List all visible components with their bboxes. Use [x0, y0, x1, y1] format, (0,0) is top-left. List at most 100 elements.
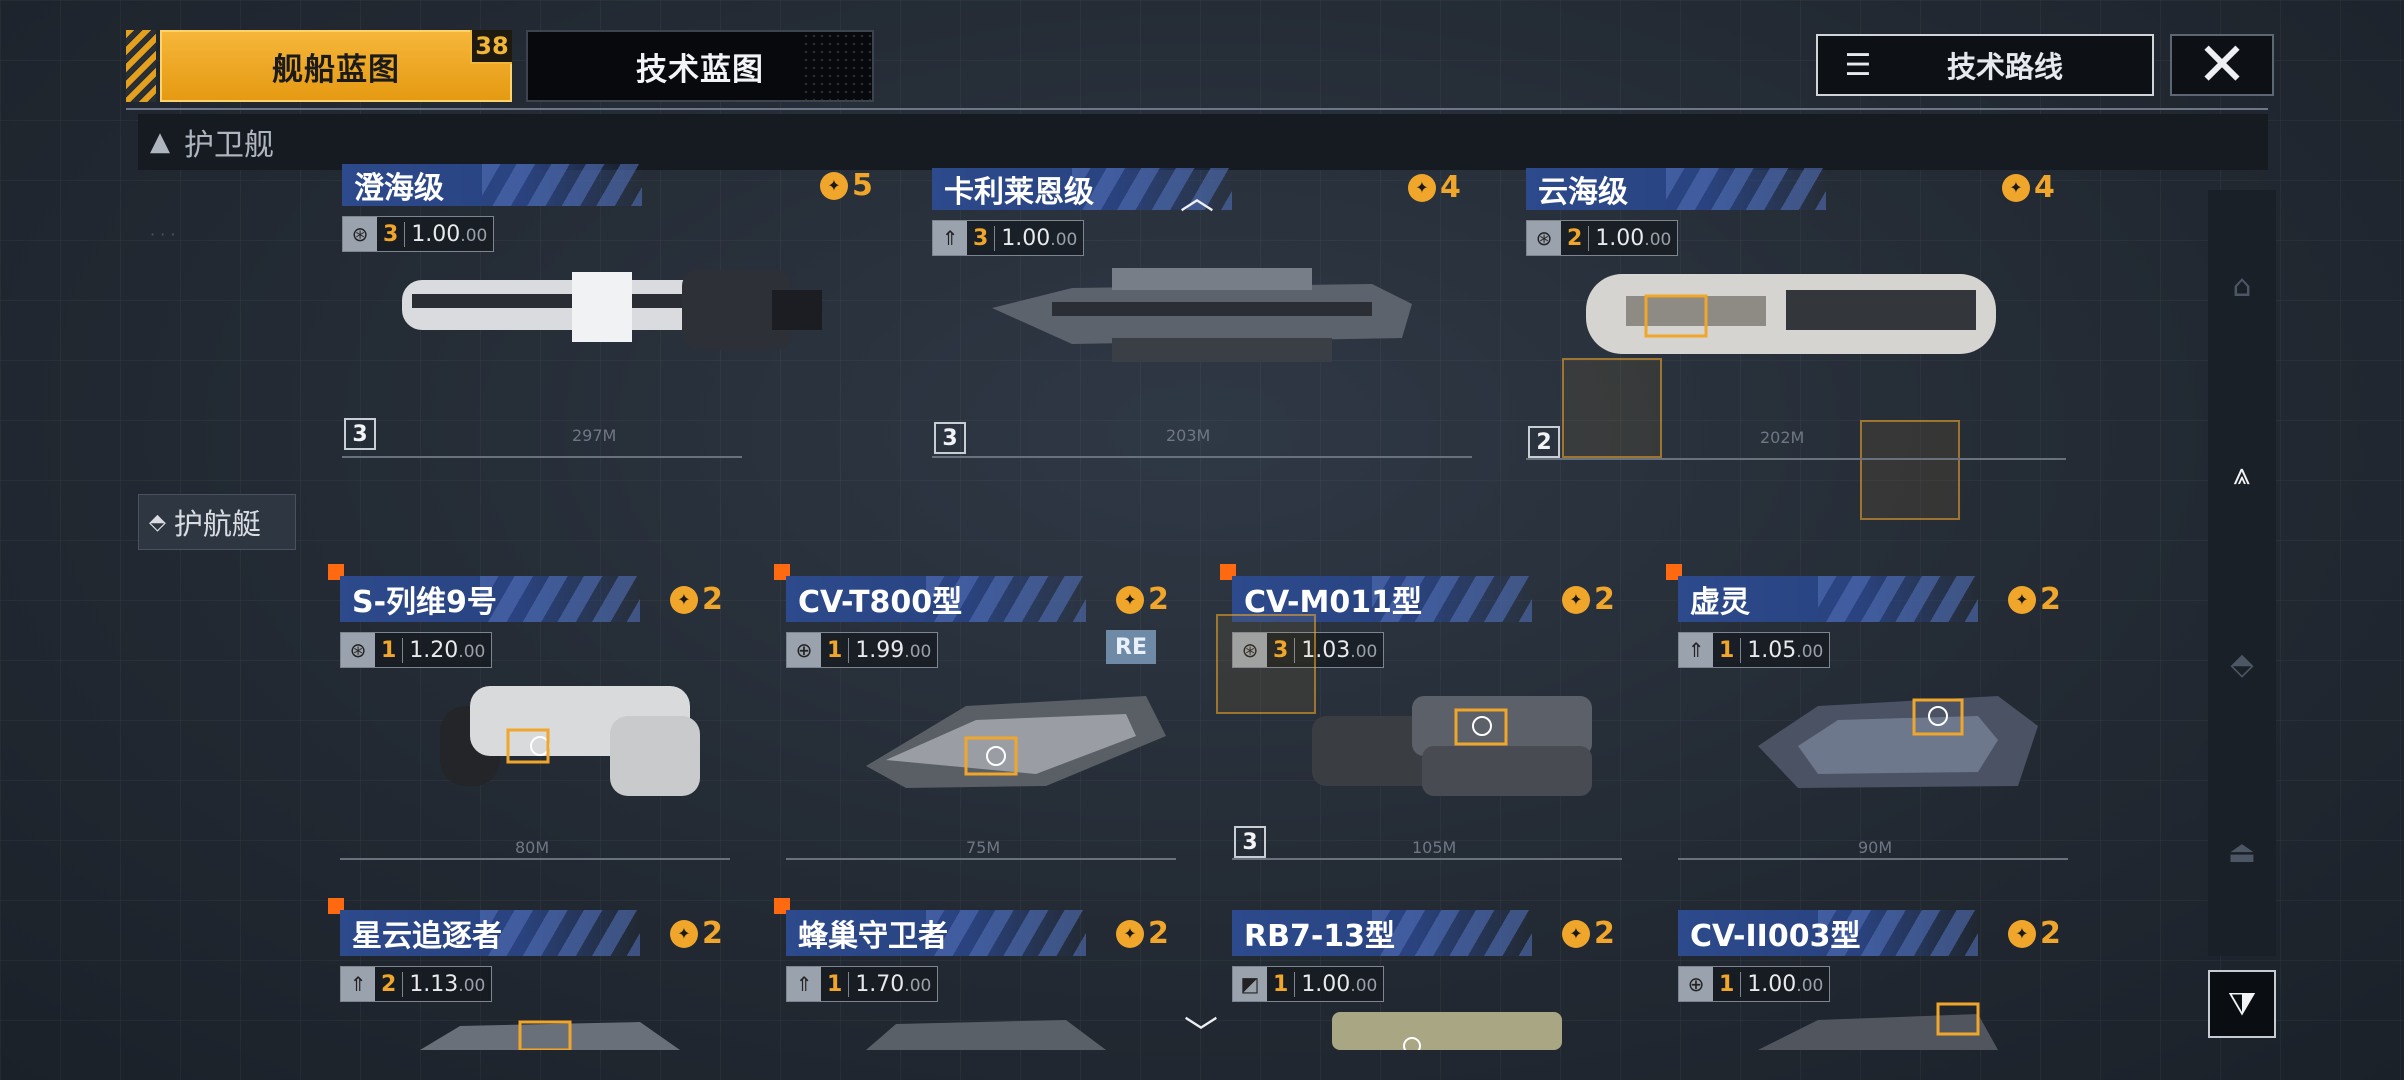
tier-indicator: ✦ 4	[1408, 170, 1461, 205]
category-carrier-icon[interactable]: ⏏	[2222, 832, 2262, 872]
tab-tech-blueprint-label: 技术蓝图	[636, 51, 764, 88]
tab-tech-blueprint[interactable]: 技术蓝图	[526, 30, 874, 102]
tab-ship-blueprint[interactable]: 舰船蓝图	[160, 30, 512, 102]
ship-count: 2	[1528, 426, 1560, 458]
ship-level: 1	[821, 971, 850, 997]
ship-image	[1758, 696, 2038, 788]
background-blueprint-text: · · ·	[150, 225, 176, 244]
card-title-bar: CV-II003型	[1678, 910, 1978, 956]
ship-stats: ⊛ 2 1.00.00	[1526, 220, 1679, 256]
tier-icon: ✦	[670, 585, 698, 614]
ship-stats: ⊛ 1 1.20.00	[340, 632, 493, 668]
ship-stats: ⇑ 1 1.70.00	[786, 966, 939, 1002]
tier-icon: ✦	[670, 919, 698, 948]
category-corvette-icon[interactable]: ⬘	[2222, 644, 2262, 684]
tier-value: 4	[2034, 170, 2055, 205]
section-frigate-label: 护卫舰	[184, 128, 274, 163]
tier-value: 2	[702, 916, 723, 951]
ship-value: 1.05.00	[1741, 638, 1829, 663]
section-header-frigate[interactable]: ▲ 护卫舰	[138, 114, 2268, 170]
tier-icon: ✦	[1562, 585, 1590, 614]
tier-value: 2	[2040, 582, 2061, 617]
corvette-icon: ⬘	[149, 509, 166, 535]
ship-level: 3	[377, 221, 406, 247]
ship-value-suffix: .00	[458, 975, 486, 996]
card-title-bar: 蜂巢守卫者	[786, 910, 1086, 956]
ship-value: 1.00.00	[1295, 972, 1383, 997]
tab-ship-blueprint-label: 舰船蓝图	[272, 51, 400, 88]
ship-value: 1.00.00	[1741, 972, 1829, 997]
tech-tree-icon: ☰	[1844, 47, 1872, 83]
ship-value-main: 1.00	[1747, 971, 1797, 997]
ship-value: 1.99.00	[849, 638, 937, 663]
tier-indicator: ✦ 2	[2008, 916, 2061, 951]
ship-value-suffix: .00	[904, 641, 932, 662]
collapse-chevron-up-icon[interactable]: ︿	[1180, 170, 1214, 219]
ship-length: 75M	[966, 838, 1001, 857]
tier-value: 2	[2040, 916, 2061, 951]
ship-name: 星云追逐者	[352, 919, 502, 954]
tier-indicator: ✦ 2	[1562, 916, 1615, 951]
triangle-up-icon: ▲	[150, 127, 170, 157]
ship-class-icon: ⇑	[1679, 633, 1713, 667]
ship-stats: ◩ 1 1.00.00	[1232, 966, 1385, 1002]
highlight-box	[1562, 358, 1662, 458]
ship-name: 云海级	[1538, 175, 1628, 210]
filter-icon: ⧩	[2227, 984, 2257, 1023]
filter-button[interactable]: ⧩	[2208, 970, 2276, 1038]
category-rail: ⌂ ⩓ ⬘ ⏏	[2208, 190, 2276, 956]
section-corvette-label: 护航艇	[173, 507, 261, 541]
card-title-bar: CV-T800型	[786, 576, 1086, 622]
ship-length: 80M	[515, 838, 550, 857]
ship-name: 蜂巢守卫者	[798, 919, 948, 954]
card-baseline	[1526, 458, 2066, 460]
ship-length: 297M	[572, 426, 617, 445]
ship-length: 90M	[1858, 838, 1893, 857]
ship-image	[440, 686, 700, 796]
tier-indicator: ✦ 5	[820, 168, 873, 203]
tier-value: 2	[1148, 916, 1169, 951]
category-frigate-icon[interactable]: ⩓	[2222, 454, 2262, 494]
scroll-down-chevron-icon[interactable]: ﹀	[1184, 1006, 1218, 1055]
card-title-bar: RB7-13型	[1232, 910, 1532, 956]
ship-value-main: 1.20	[409, 637, 459, 663]
ship-image	[992, 268, 1412, 362]
tier-value: 2	[1148, 582, 1169, 617]
ship-class-icon: ⊕	[1679, 967, 1713, 1001]
ship-length: 202M	[1760, 428, 1805, 447]
ship-class-icon: ⇑	[933, 221, 967, 255]
tier-indicator: ✦ 2	[2008, 582, 2061, 617]
tier-icon: ✦	[1116, 919, 1144, 948]
ship-name: 卡利莱恩级	[944, 175, 1094, 210]
ship-value: 1.00.00	[1589, 226, 1677, 251]
ship-value-suffix: .00	[1644, 229, 1672, 250]
ship-image	[866, 696, 1166, 788]
ship-level: 1	[375, 637, 404, 663]
ship-name: CV-T800型	[798, 585, 963, 620]
ship-level: 1	[1713, 637, 1742, 663]
tier-icon: ✦	[1562, 919, 1590, 948]
card-baseline	[1678, 858, 2068, 860]
ship-value-main: 1.00	[411, 221, 461, 247]
tier-indicator: ✦ 4	[2002, 170, 2055, 205]
category-battleship-icon[interactable]: ⌂	[2222, 266, 2262, 306]
ship-value-main: 1.70	[855, 971, 905, 997]
ship-name: CV-M011型	[1244, 585, 1422, 620]
tier-indicator: ✦ 2	[670, 916, 723, 951]
tech-route-button[interactable]: ☰ 技术路线	[1816, 34, 2154, 96]
tier-value: 4	[1440, 170, 1461, 205]
ship-stats: ⊕ 1 1.00.00	[1678, 966, 1831, 1002]
ship-value-suffix: .00	[1350, 641, 1378, 662]
header-divider	[126, 108, 2268, 110]
tech-route-label: 技术路线	[1946, 50, 2063, 84]
card-title-bar: 虚灵	[1678, 576, 1978, 622]
ship-value-suffix: .00	[460, 225, 488, 246]
close-button[interactable]: ✕	[2170, 34, 2274, 96]
card-baseline	[342, 456, 742, 458]
ship-stats: ⊕ 1 1.99.00	[786, 632, 939, 668]
ship-value-main: 1.13	[409, 971, 459, 997]
ship-level: 1	[1267, 971, 1296, 997]
tier-indicator: ✦ 2	[670, 582, 723, 617]
section-header-corvette[interactable]: ⬘ 护航艇	[138, 494, 296, 550]
ship-level: 1	[1713, 971, 1742, 997]
